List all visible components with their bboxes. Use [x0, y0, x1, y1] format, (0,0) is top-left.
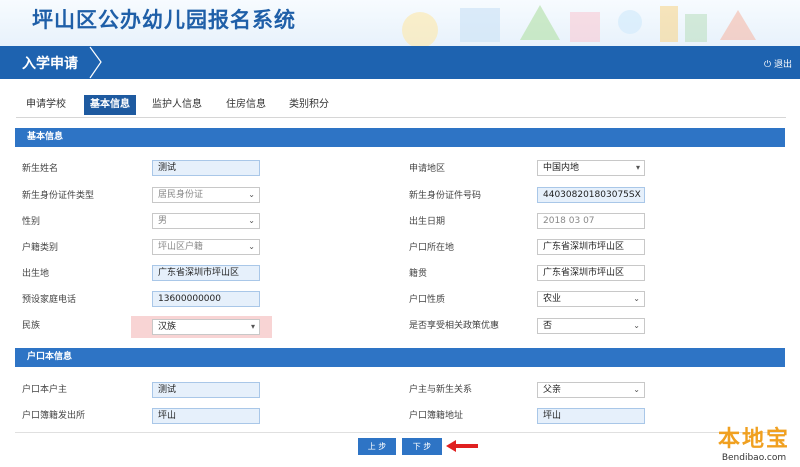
field-label: 新生姓名: [22, 164, 59, 174]
field-label: 户口簿籍地址: [409, 411, 464, 421]
tab-guardian-info[interactable]: 监护人信息: [152, 95, 202, 115]
birth-date-input[interactable]: 2018 03 07: [537, 213, 645, 229]
tab-underline: [16, 117, 786, 118]
logout-button[interactable]: ⏻ 退出: [764, 57, 792, 70]
tab-bar: 申请学校 基本信息 监护人信息 住房信息 类别积分: [16, 95, 796, 117]
tab-category-points[interactable]: 类别积分: [289, 95, 329, 115]
page-section-title: 入学申请: [22, 56, 78, 72]
relationship-select[interactable]: 父亲 ⌄: [537, 382, 645, 398]
id-number-input[interactable]: 440308201803075SX: [537, 187, 645, 203]
chevron-down-icon: ▾: [635, 163, 640, 172]
select-value: 汉族: [158, 322, 177, 332]
field-label: 出生地: [22, 269, 50, 279]
hukou-type-select[interactable]: 坪山区户籍 ⌄: [152, 239, 260, 255]
region-select[interactable]: 中国内地 ▾: [537, 160, 645, 176]
field-label: 户主与新生关系: [409, 385, 473, 395]
hukou-location-input[interactable]: 广东省深圳市坪山区: [537, 239, 645, 255]
nav-bar: 入学申请 ⏻ 退出: [0, 46, 800, 79]
select-value: 农业: [543, 294, 562, 304]
watermark-url: Bendibao.com: [721, 453, 787, 463]
chevron-down-icon: ⌄: [248, 190, 255, 199]
issuing-office-input[interactable]: 坪山: [152, 408, 260, 424]
select-value: 坪山区户籍: [158, 242, 204, 252]
ethnicity-select[interactable]: 汉族 ▾: [152, 319, 260, 335]
prev-step-button[interactable]: 上 步: [358, 438, 396, 455]
field-label: 新生身份证件号码: [409, 191, 482, 201]
tab-basic-info[interactable]: 基本信息: [84, 95, 136, 115]
field-label: 出生日期: [409, 217, 446, 227]
watermark-logo: 本地宝: [717, 427, 790, 452]
gender-select[interactable]: 男 ⌄: [152, 213, 260, 229]
field-label: 性别: [22, 217, 41, 227]
field-label: 户口性质: [409, 295, 446, 305]
field-label: 户口簿籍发出所: [22, 411, 86, 421]
phone-input[interactable]: 13600000000: [152, 291, 260, 307]
app-title: 坪山区公办幼儿园报名系统: [32, 8, 296, 32]
chevron-down-icon: ⌄: [633, 321, 640, 330]
field-label: 是否享受相关政策优惠: [409, 321, 500, 331]
watermark: 本地宝 Bendibao.com: [718, 421, 790, 463]
household-head-input[interactable]: 测试: [152, 382, 260, 398]
chevron-down-icon: ⌄: [248, 216, 255, 225]
child-name-input[interactable]: 测试: [152, 160, 260, 176]
hukou-address-input[interactable]: 坪山: [537, 408, 645, 424]
select-value: 居民身份证: [158, 190, 204, 200]
breadcrumb-chevron-icon: [89, 46, 102, 79]
tab-housing-info[interactable]: 住房信息: [226, 95, 266, 115]
field-label: 户口本户主: [22, 385, 68, 395]
select-value: 否: [543, 321, 553, 331]
field-label: 申请地区: [409, 164, 446, 174]
power-icon: ⏻: [763, 60, 772, 70]
field-label: 户籍类别: [22, 243, 59, 253]
section-hukou-header: 户口本信息: [15, 348, 785, 367]
birthplace-input[interactable]: 广东省深圳市坪山区: [152, 265, 260, 281]
tab-apply-school[interactable]: 申请学校: [26, 95, 66, 115]
section-basic-info-header: 基本信息: [15, 128, 785, 147]
arrow-pointer-icon: [446, 440, 478, 452]
chevron-down-icon: ▾: [250, 322, 255, 331]
next-step-button[interactable]: 下 步: [402, 438, 442, 455]
hukou-nature-select[interactable]: 农业 ⌄: [537, 291, 645, 307]
chevron-down-icon: ⌄: [248, 242, 255, 251]
banner-decoration: [402, 5, 756, 46]
field-label: 新生身份证件类型: [22, 191, 95, 201]
chevron-down-icon: ⌄: [633, 385, 640, 394]
chevron-down-icon: ⌄: [633, 294, 640, 303]
field-label: 籍贯: [409, 269, 428, 279]
native-place-input[interactable]: 广东省深圳市坪山区: [537, 265, 645, 281]
logout-label: 退出: [773, 60, 792, 70]
select-value: 男: [158, 216, 168, 226]
select-value: 父亲: [543, 385, 562, 395]
form-bottom-divider: [15, 432, 785, 433]
header-banner: 坪山区公办幼儿园报名系统: [0, 0, 800, 46]
select-value: 中国内地: [543, 163, 580, 173]
field-label: 预设家庭电话: [22, 295, 77, 305]
field-label: 户口所在地: [409, 243, 455, 253]
policy-benefit-select[interactable]: 否 ⌄: [537, 318, 645, 334]
field-label: 民族: [22, 321, 41, 331]
id-type-select[interactable]: 居民身份证 ⌄: [152, 187, 260, 203]
